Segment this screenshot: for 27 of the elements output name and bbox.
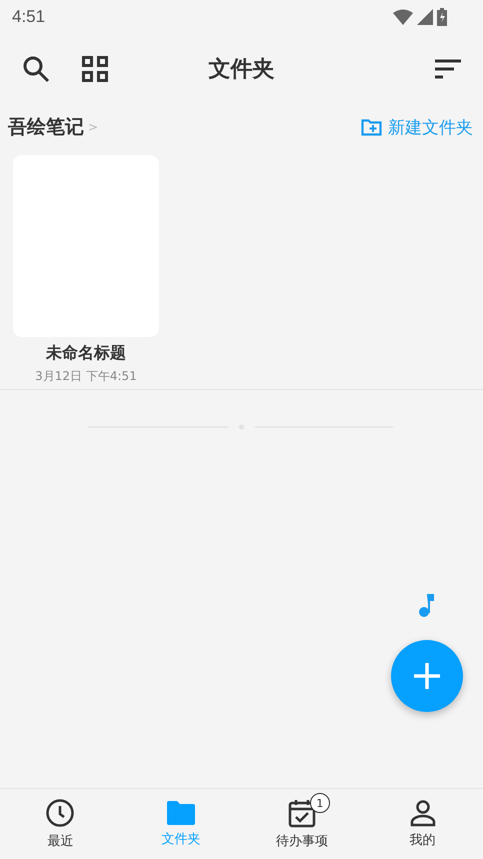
grid-view-button[interactable] [82,56,108,82]
music-note-icon[interactable] [418,594,434,618]
note-title: 未命名标题 [46,343,126,364]
wifi-icon [393,8,413,24]
folder-add-icon [361,118,382,136]
folder-icon [166,800,196,826]
battery-icon [437,8,447,26]
status-time: 4:51 [12,6,46,26]
calendar-check-icon [288,798,316,828]
count-badge: 1 [310,793,330,813]
plus-icon [412,661,442,691]
signal-icon [417,8,433,24]
note-date: 3月12日 下午4:51 [35,368,137,385]
person-icon [410,799,436,827]
nav-tab[interactable]: 我的 [362,789,483,859]
notebook-name[interactable]: 吾绘笔记 [8,114,84,140]
search-icon [22,55,50,83]
search-button[interactable] [22,55,50,83]
page-title: 文件夹 [208,56,274,84]
clock-icon [45,798,76,828]
nav-tab[interactable]: 待办事项 1 [242,789,362,859]
sort-icon [435,59,461,79]
nav-tab[interactable]: 最近 [0,789,121,859]
add-button[interactable] [391,640,463,712]
sort-button[interactable] [435,59,461,79]
grid-icon [82,56,108,82]
breadcrumb-separator: > [88,120,98,134]
